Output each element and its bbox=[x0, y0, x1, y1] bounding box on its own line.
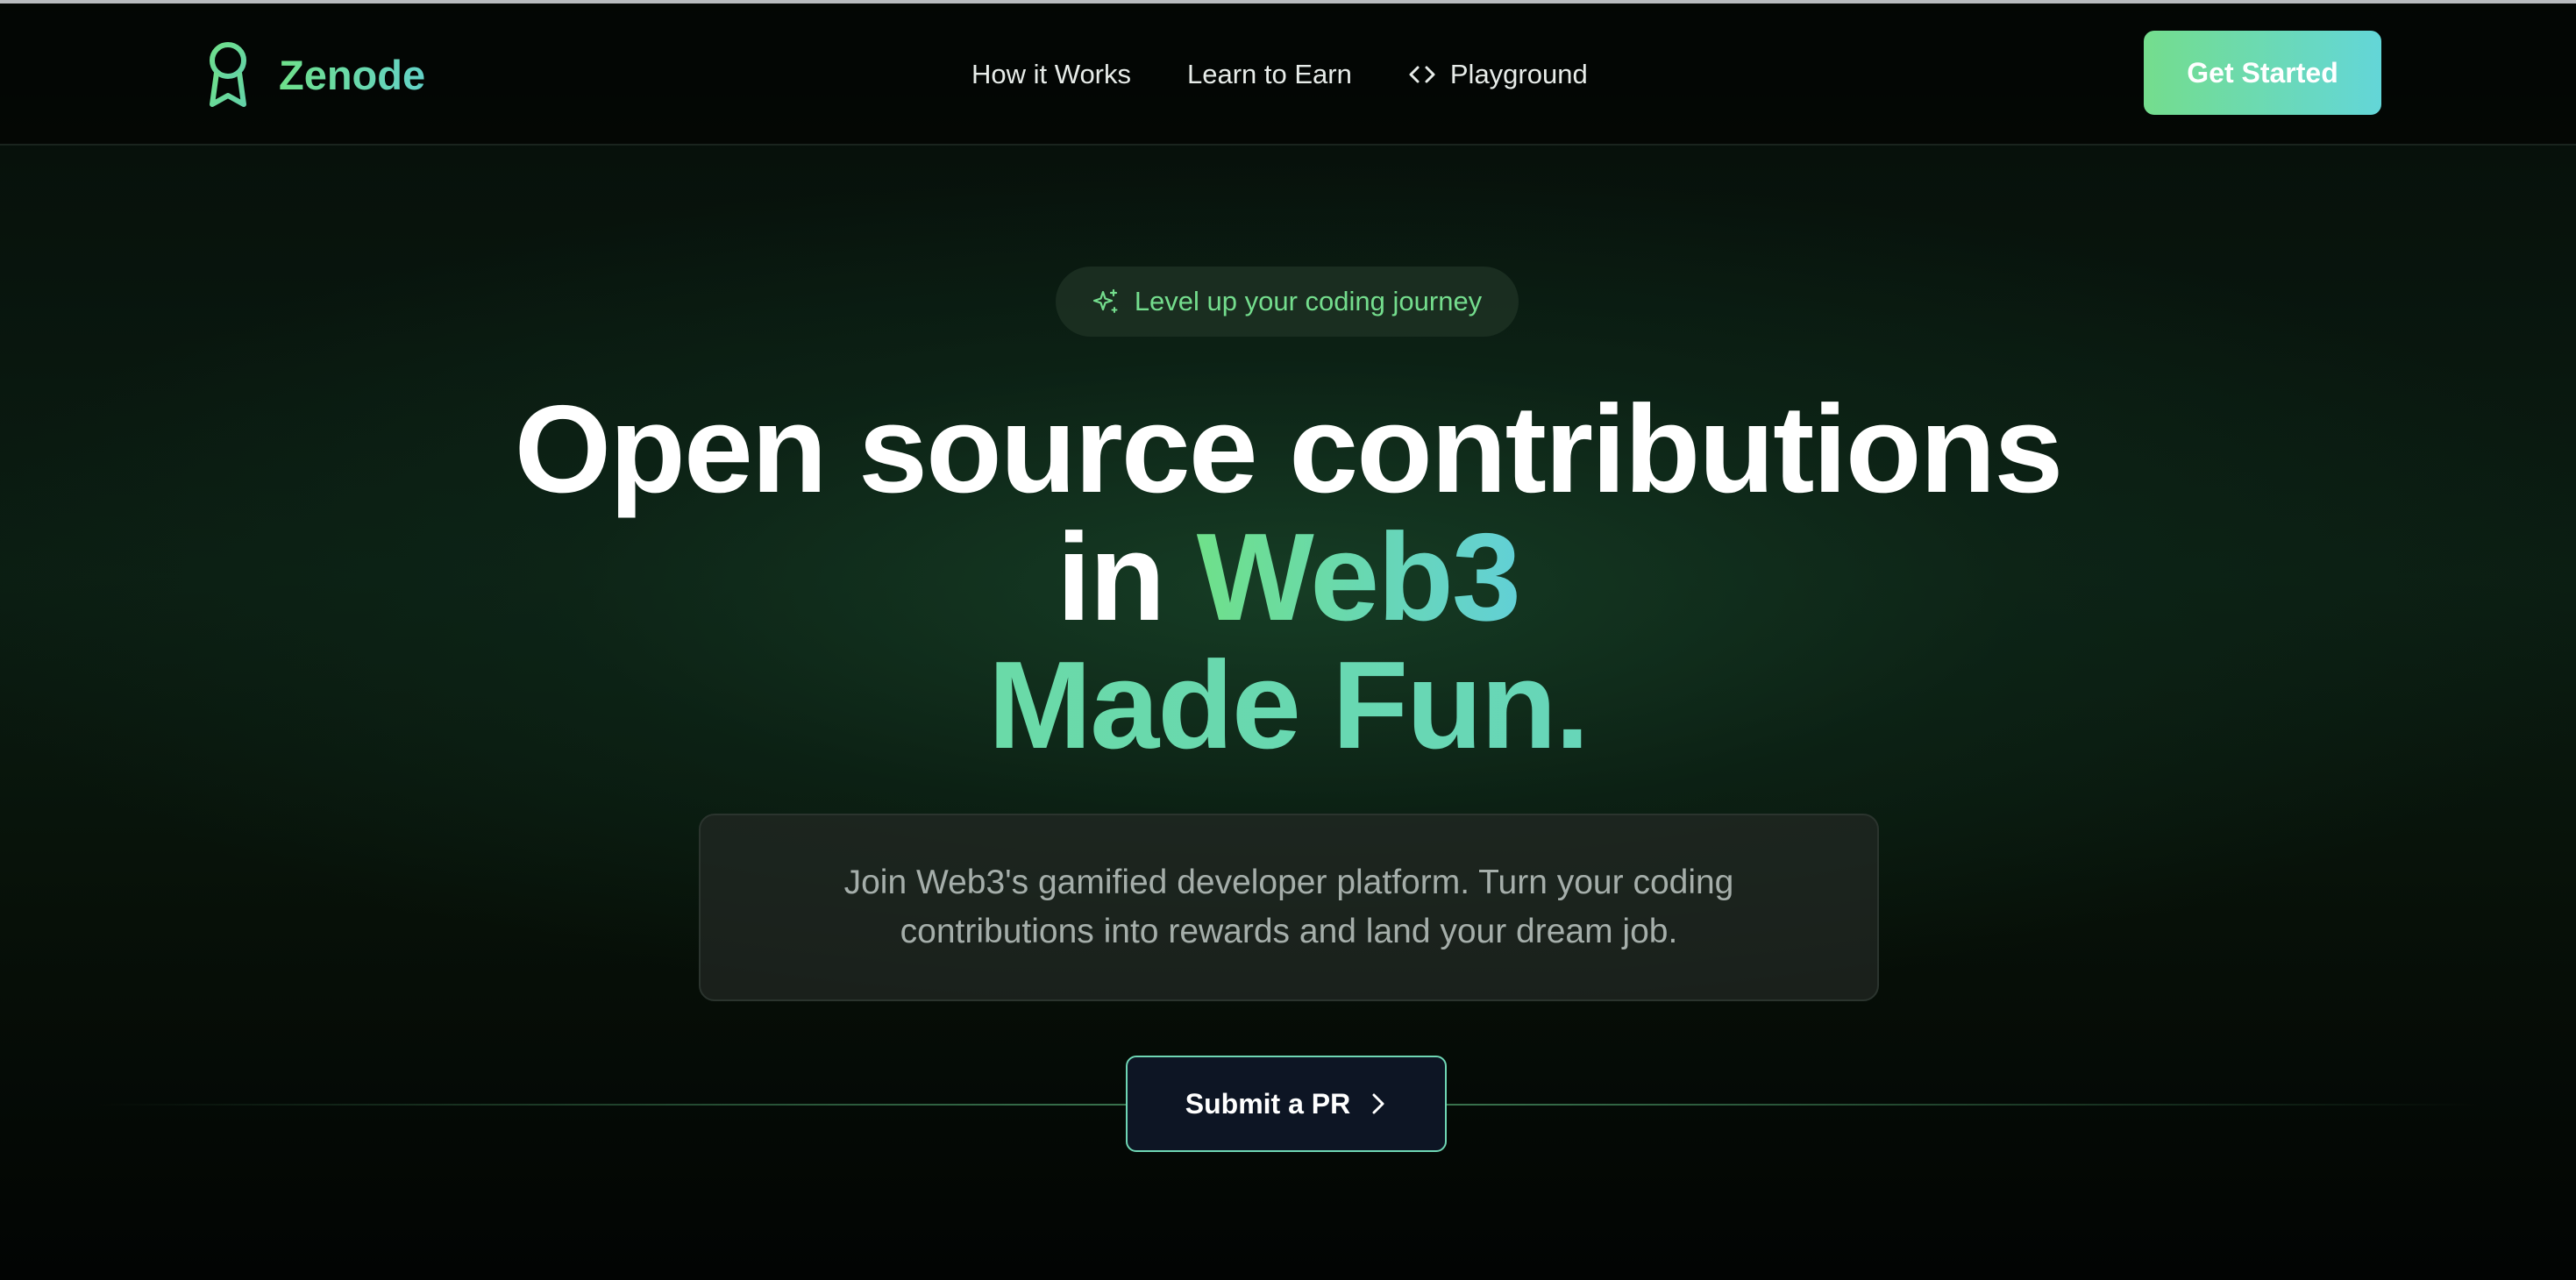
award-icon bbox=[210, 42, 246, 107]
code-icon bbox=[1409, 66, 1435, 83]
nav-link-playground[interactable]: Playground bbox=[1408, 59, 1588, 90]
hero-description-card: Join Web3's gamified developer platform.… bbox=[699, 814, 1879, 1001]
submit-pr-button[interactable]: Submit a PR bbox=[1126, 1056, 1447, 1152]
top-navigation: Zenode How it Works Learn to Earn Playgr… bbox=[0, 4, 2576, 146]
hero-description: Join Web3's gamified developer platform.… bbox=[843, 864, 1734, 950]
nav-link-playground-label: Playground bbox=[1449, 59, 1588, 89]
headline-line-2: in Web3 bbox=[0, 514, 2576, 642]
hero-headline: Open source contributions in Web3 Made F… bbox=[0, 386, 2576, 770]
hero-badge-text: Level up your coding journey bbox=[1134, 286, 1483, 316]
nav-links: How it Works Learn to Earn Playground bbox=[971, 53, 1588, 96]
headline-line-2-prefix: in bbox=[1057, 508, 1197, 647]
hero-badge: Level up your coding journey bbox=[1056, 267, 1519, 337]
nav-link-how-it-works[interactable]: How it Works bbox=[971, 59, 1131, 90]
nav-link-learn-to-earn[interactable]: Learn to Earn bbox=[1187, 59, 1352, 90]
chevron-right-icon bbox=[1372, 1093, 1384, 1114]
get-started-button[interactable]: Get Started bbox=[2144, 31, 2381, 115]
brand-name: Zenode bbox=[279, 51, 426, 98]
headline-line-3: Made Fun. bbox=[0, 642, 2576, 770]
submit-pr-label: Submit a PR bbox=[1185, 1087, 1351, 1120]
sparkles-icon bbox=[1092, 288, 1118, 313]
headline-line-1: Open source contributions bbox=[514, 380, 2064, 519]
brand-logo-link[interactable]: Zenode bbox=[203, 39, 425, 110]
landing-page: Zenode How it Works Learn to Earn Playgr… bbox=[0, 0, 2576, 1280]
headline-highlight-web3: Web3 bbox=[1196, 508, 1521, 647]
